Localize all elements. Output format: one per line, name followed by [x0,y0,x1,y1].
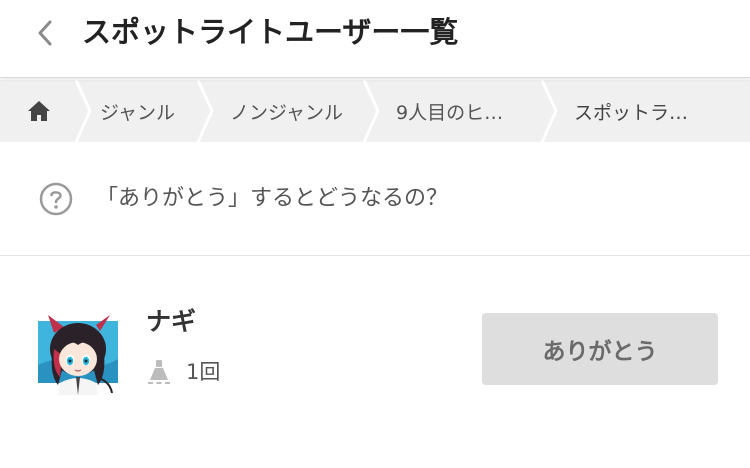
breadcrumb: ジャンル ノンジャンル 9人目のヒ… スポットラ… [0,80,750,142]
breadcrumb-item-current: スポットラ… [574,101,689,124]
breadcrumb-item-genre[interactable]: ジャンル [100,80,175,142]
breadcrumb-separator [540,80,558,142]
breadcrumb-separator [74,80,92,142]
chevron-left-icon [38,20,52,46]
list-item: ナギ 1回 ありがとう [0,257,750,468]
breadcrumb-home[interactable] [0,80,78,142]
breadcrumb-separator [196,80,214,142]
avatar[interactable] [38,315,118,395]
spotlight-icon [148,360,170,384]
breadcrumb-separator [362,80,380,142]
breadcrumb-item-work[interactable]: 9人目のヒ… [396,80,503,142]
faq-link[interactable]: 「ありがとう」するとどうなるの？ [0,142,750,256]
faq-text: 「ありがとう」するとどうなるの？ [96,186,449,211]
breadcrumb-item-nongenre[interactable]: ノンジャンル [230,80,343,142]
user-name[interactable]: ナギ [146,303,196,341]
app-header: スポットライトユーザー一覧 [0,0,750,78]
thanks-button[interactable]: ありがとう [482,313,718,385]
question-circle-icon [39,182,73,216]
back-button[interactable] [30,16,60,50]
page-title: スポットライトユーザー一覧 [82,15,459,49]
home-icon [28,101,50,121]
thanks-count: 1回 [186,360,221,384]
avatar-image [38,315,118,395]
